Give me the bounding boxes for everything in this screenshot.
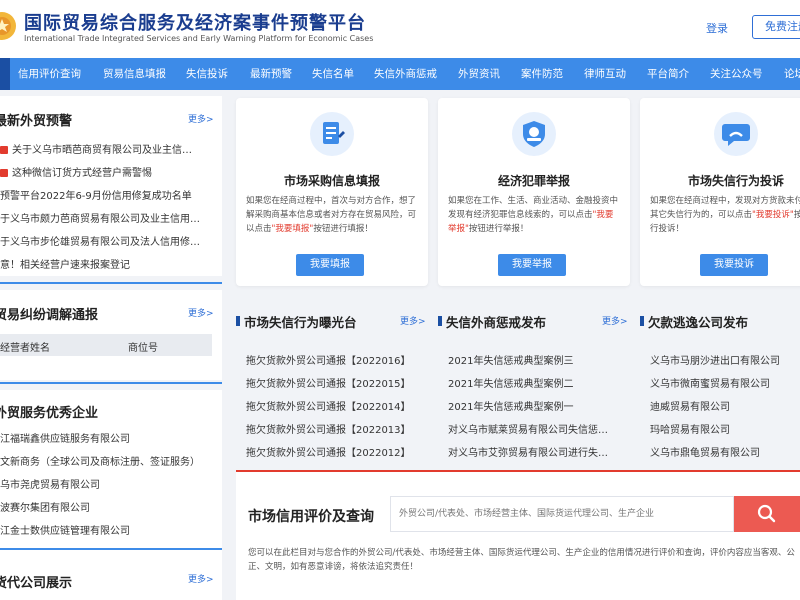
fugitive-column: 欠款逃逸公司发布 义乌市马朋沙进出口有限公司 义乌市微南蜜贸易有限公司 迪威贸易… — [639, 298, 800, 460]
list-item[interactable]: 2021年失信惩戒典型案例二 — [448, 375, 628, 390]
card-complaint: 市场失信行为投诉 如果您在经商过程中，发现对方货款未付或有其它失信行为的，可以点… — [640, 98, 800, 286]
card-title: 市场采购信息填报 — [283, 174, 380, 188]
enterprise-item[interactable]: 乌市尧虎贸易有限公司 — [0, 476, 212, 491]
enterprise-item[interactable]: 江金士数供应链管理有限公司 — [0, 522, 212, 537]
site-title: 国际贸易综合服务及经济案事件预警平台 — [24, 13, 366, 34]
section-divider — [0, 382, 222, 384]
nav-trade-report[interactable]: 贸易信息填报 — [103, 58, 166, 90]
crime-report-button[interactable]: 我要举报 — [498, 254, 566, 276]
nav-foreign-punish[interactable]: 失信外商惩戒 — [374, 58, 437, 90]
warning-panel: 最新外贸预警 更多> 关于义乌市晒芭商贸有限公司及业主信… 这种微信订货方式经营… — [0, 96, 222, 276]
list-item[interactable]: 拖欠货款外贸公司通报【2022012】 — [246, 444, 426, 459]
card-description: 如果您在经商过程中，首次与对方合作，想了解采购商基本信息或者对方存在贸易风险，可… — [246, 196, 417, 234]
chat-bubble-icon — [714, 112, 758, 156]
nav-follow-account[interactable]: 关注公众号 — [710, 58, 763, 90]
card-crime-report: 经济犯罪举报 如果您在工作、生活、商业活动、金融投资中发现有经济犯罪信息线索的，… — [438, 98, 630, 286]
nav-about[interactable]: 平台简介 — [647, 58, 689, 90]
warning-more-link[interactable]: 更多> — [188, 112, 214, 125]
enterprise-item[interactable]: 江福瑞鑫供应链服务有限公司 — [0, 430, 212, 445]
mediation-table: 经营者姓名 商位号 — [0, 334, 212, 356]
mediation-title: 贸易纠纷调解通报 — [0, 308, 99, 323]
warning-item[interactable]: 关于义乌市晒芭商贸有限公司及业主信… — [0, 141, 212, 156]
list-item[interactable]: 义乌市马朋沙进出口有限公司 — [650, 352, 800, 367]
nav-complaint[interactable]: 失信投诉 — [186, 58, 228, 90]
nav-active-indicator — [0, 58, 10, 90]
enterprise-item[interactable]: 波赛尔集团有限公司 — [0, 499, 212, 514]
mediation-panel: 贸易纠纷调解通报 更多> 经营者姓名 商位号 — [0, 290, 222, 380]
site-subtitle: International Trade Integrated Services … — [24, 34, 374, 43]
punishment-column: 失信外商惩戒发布 更多> 2021年失信惩戒典型案例三 2021年失信惩戒典型案… — [437, 298, 630, 460]
list-item[interactable]: 对义乌市艾弥贸易有限公司进行失… — [448, 444, 628, 459]
exposure-column: 市场失信行为曝光台 更多> 拖欠货款外贸公司通报【2022016】 拖欠货款外贸… — [236, 298, 428, 460]
nav-lawyer[interactable]: 律师互动 — [584, 58, 626, 90]
credit-search-panel: 市场信用评价及查询 您可以在此栏目对与您合作的外贸公司/代表处、市场经营主体、国… — [236, 470, 800, 600]
list-item[interactable]: 义乌市微南蜜贸易有限公司 — [650, 375, 800, 390]
section-divider — [0, 282, 222, 284]
column-operator-name: 经营者姓名 — [0, 343, 50, 354]
nav-latest-warning[interactable]: 最新预警 — [250, 58, 292, 90]
search-title: 市场信用评价及查询 — [248, 509, 374, 525]
card-title: 经济犯罪举报 — [497, 174, 570, 188]
column-stall-number: 商位号 — [128, 343, 158, 354]
register-button[interactable]: 免费注册 — [752, 15, 800, 39]
column-title: 市场失信行为曝光台 — [236, 312, 357, 331]
warning-item[interactable]: 这种微信订货方式经营户需警惕 — [0, 164, 212, 179]
alert-icon — [0, 169, 8, 177]
agency-panel: 货代公司展示 更多> — [0, 556, 222, 600]
site-header: 国际贸易综合服务及经济案事件预警平台 International Trade I… — [0, 0, 800, 58]
list-item[interactable]: 义乌市鼎龟贸易有限公司 — [650, 444, 800, 459]
document-edit-icon — [310, 112, 354, 156]
mediation-table-header: 经营者姓名 商位号 — [0, 334, 212, 356]
alert-icon — [0, 146, 8, 154]
mediation-more-link[interactable]: 更多> — [188, 306, 214, 319]
agency-more-link[interactable]: 更多> — [188, 572, 214, 585]
exposure-more-link[interactable]: 更多> — [400, 314, 426, 327]
warning-item[interactable]: 于义乌市步伦雄贸易有限公司及法人信用修… — [0, 233, 212, 248]
warning-title: 最新外贸预警 — [0, 114, 73, 129]
police-badge-icon — [512, 112, 556, 156]
nav-credit-query[interactable]: 信用评价查询 — [18, 58, 81, 90]
agency-title: 货代公司展示 — [0, 576, 73, 591]
warning-item[interactable]: 预警平台2022年6-9月份信用修复成功名单 — [0, 187, 212, 202]
warning-item[interactable]: 意！相关经营户速来报案登记 — [0, 256, 212, 271]
nav-trade-news[interactable]: 外贸资讯 — [458, 58, 500, 90]
column-title: 失信外商惩戒发布 — [437, 312, 546, 331]
list-item[interactable]: 对义乌市赋莱贸易有限公司失信惩… — [448, 421, 628, 436]
column-title: 欠款逃逸公司发布 — [639, 312, 748, 331]
list-item[interactable]: 2021年失信惩戒典型案例一 — [448, 398, 628, 413]
list-item[interactable]: 玛哈贸易有限公司 — [650, 421, 800, 436]
card-title: 市场失信行为投诉 — [687, 174, 784, 188]
search-note: 您可以在此栏目对与您合作的外贸公司/代表处、市场经营主体、国际货运代理公司、生产… — [248, 548, 795, 572]
login-link[interactable]: 登录 — [706, 20, 728, 36]
list-item[interactable]: 拖欠货款外贸公司通报【2022013】 — [246, 421, 426, 436]
list-item[interactable]: 拖欠货款外贸公司通报【2022015】 — [246, 375, 426, 390]
punishment-more-link[interactable]: 更多> — [602, 314, 628, 327]
warning-item[interactable]: 于义乌市颇力芭商贸易有限公司及业主信用… — [0, 210, 212, 225]
nav-forum[interactable]: 论坛 — [784, 58, 800, 90]
complaint-button[interactable]: 我要投诉 — [700, 254, 768, 276]
list-item[interactable]: 迪威贸易有限公司 — [650, 398, 800, 413]
left-column: 最新外贸预警 更多> 关于义乌市晒芭商贸有限公司及业主信… 这种微信订货方式经营… — [0, 96, 222, 600]
report-button[interactable]: 我要填报 — [296, 254, 364, 276]
card-description: 如果您在经商过程中，发现对方货款未付或有其它失信行为的，可以点击"我要投诉"按钮… — [650, 196, 800, 234]
card-purchase-report: 市场采购信息填报 如果您在经商过程中，首次与对方合作，想了解采购商基本信息或者对… — [236, 98, 428, 286]
enterprise-panel: 外贸服务优秀企业 江福瑞鑫供应链服务有限公司 文新商务（全球公司及商标注册、签证… — [0, 390, 222, 556]
nav-blacklist[interactable]: 失信名单 — [312, 58, 354, 90]
search-icon — [757, 504, 776, 523]
list-item[interactable]: 2021年失信惩戒典型案例三 — [448, 352, 628, 367]
main-nav: 信用评价查询 贸易信息填报 失信投诉 最新预警 失信名单 失信外商惩戒 外贸资讯… — [0, 58, 800, 90]
search-button[interactable] — [734, 496, 800, 532]
list-item[interactable]: 拖欠货款外贸公司通报【2022014】 — [246, 398, 426, 413]
search-input[interactable] — [390, 496, 734, 532]
enterprise-title: 外贸服务优秀企业 — [0, 406, 99, 421]
enterprise-item[interactable]: 文新商务（全球公司及商标注册、签证服务） — [0, 453, 212, 468]
list-item[interactable]: 拖欠货款外贸公司通报【2022016】 — [246, 352, 426, 367]
nav-case-prevention[interactable]: 案件防范 — [521, 58, 563, 90]
card-description: 如果您在工作、生活、商业活动、金融投资中发现有经济犯罪信息线索的，可以点击"我要… — [448, 196, 619, 234]
section-divider — [0, 548, 222, 550]
emblem-logo — [0, 12, 16, 40]
